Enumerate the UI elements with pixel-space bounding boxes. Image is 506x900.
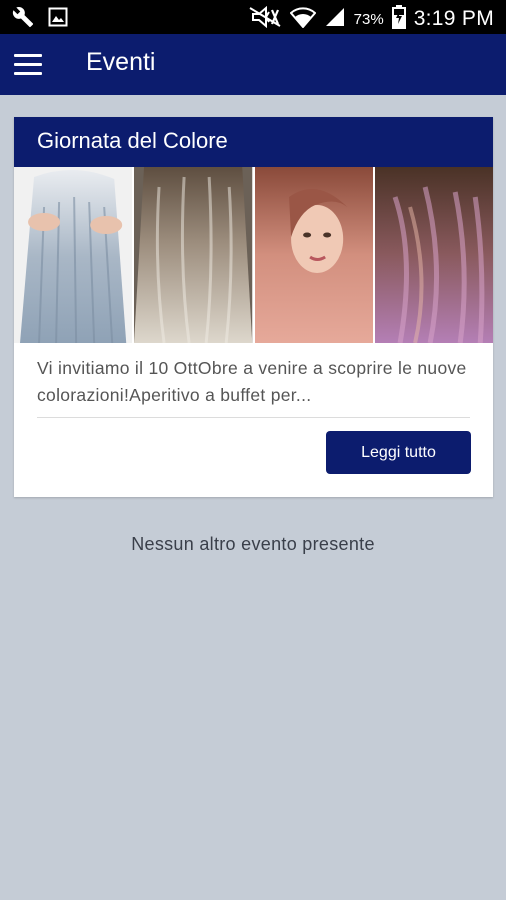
status-left — [12, 6, 68, 32]
event-description: Vi invitiamo il 10 OttObre a venire a sc… — [37, 358, 467, 405]
card-divider — [37, 417, 470, 418]
event-title: Giornata del Colore — [37, 128, 228, 153]
hair-photo-rose-gold — [254, 167, 373, 343]
hair-photo-ash-blonde — [134, 167, 253, 343]
menu-icon[interactable] — [8, 44, 50, 86]
mute-icon — [248, 5, 282, 32]
event-image-strip — [14, 167, 493, 343]
image-icon — [48, 7, 68, 31]
status-right: 73% 3:19 PM — [248, 5, 494, 33]
battery-percent: 73% — [353, 10, 384, 28]
page-title: Eventi — [86, 48, 156, 76]
hair-photo-violet-balayage — [374, 167, 493, 343]
event-card[interactable]: Giornata del Colore Vi invitiamo il 10 O… — [14, 117, 493, 497]
no-more-events-message: Nessun altro evento presente — [131, 534, 375, 554]
status-bar: 73% 3:19 PM — [0, 0, 506, 34]
battery-icon — [391, 5, 406, 33]
hair-photo-grey-blue — [14, 167, 133, 343]
app-bar: Eventi — [0, 34, 506, 95]
signal-icon — [324, 6, 346, 32]
clock: 3:19 PM — [413, 7, 494, 30]
read-more-button[interactable]: Leggi tutto — [326, 431, 471, 474]
wrench-icon — [12, 6, 34, 32]
wifi-icon — [289, 6, 317, 32]
event-card-header: Giornata del Colore — [14, 117, 493, 167]
